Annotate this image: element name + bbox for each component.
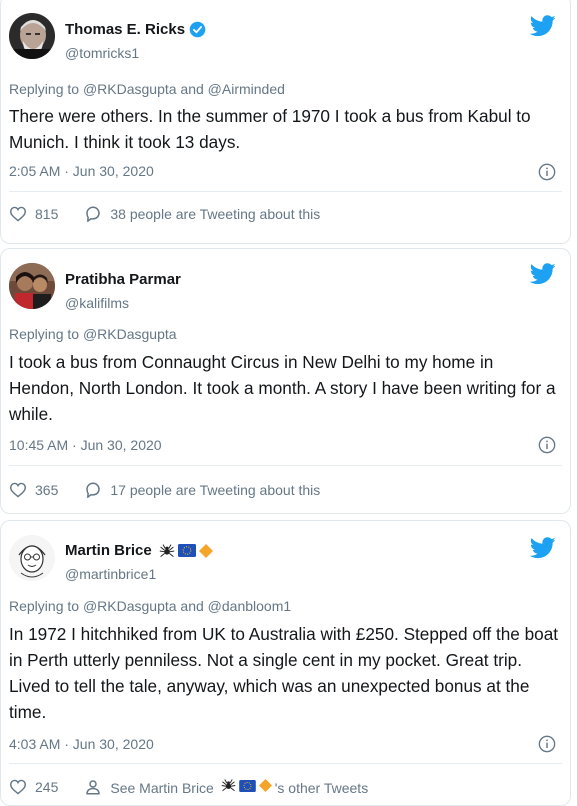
- heart-icon: [9, 206, 27, 222]
- replying-to: Replying to @RKDasgupta: [9, 326, 177, 342]
- tweet-card[interactable]: Martin Brice @martinbrice1 Replying to @…: [0, 520, 571, 806]
- tweet-timestamp[interactable]: 4:03 AM · Jun 30, 2020: [9, 736, 154, 752]
- tweeting-about-text: 17 people are Tweeting about this: [110, 482, 321, 498]
- twitter-bird-icon[interactable]: [530, 263, 556, 285]
- spider-icon: [159, 543, 174, 557]
- mention-link[interactable]: @RKDasgupta: [83, 81, 177, 97]
- tweeting-about-link[interactable]: 17 people are Tweeting about this: [84, 481, 320, 499]
- avatar[interactable]: [9, 535, 55, 581]
- mention-link[interactable]: @danbloom1: [208, 598, 292, 614]
- replying-prefix: Replying to: [9, 81, 83, 97]
- like-button[interactable]: 815: [9, 206, 58, 222]
- twitter-bird-icon[interactable]: [530, 15, 556, 37]
- tweeting-about-link[interactable]: 38 people are Tweeting about this: [84, 205, 320, 223]
- author-name-text[interactable]: Martin Brice: [65, 542, 152, 559]
- heart-icon: [9, 482, 27, 498]
- replying-joiner: and: [176, 598, 208, 614]
- tweet-text: In 1972 I hitchhiked from UK to Australi…: [9, 624, 559, 722]
- spider-icon: [221, 779, 236, 792]
- author-name[interactable]: Thomas E. Ricks: [65, 21, 206, 38]
- like-button[interactable]: 245: [9, 779, 58, 795]
- replying-to: Replying to @RKDasgupta and @danbloom1: [9, 598, 291, 614]
- tweet-actions: 245 See Martin Brice 's other Tweets: [9, 778, 394, 796]
- author-name-text[interactable]: Thomas E. Ricks: [65, 21, 185, 38]
- comment-icon: [86, 482, 101, 498]
- orange-diamond-icon: [198, 543, 213, 558]
- other-tweets-suffix: 's other Tweets: [274, 780, 369, 796]
- divider: [9, 763, 562, 764]
- info-icon[interactable]: [538, 735, 556, 753]
- other-tweets-prefix: See Martin Brice: [110, 780, 214, 796]
- orange-diamond-icon: [258, 779, 272, 792]
- like-count: 815: [35, 206, 59, 222]
- inline-emojis: [221, 778, 272, 793]
- tweet-card[interactable]: Thomas E. Ricks @tomricks1 Replying to @…: [0, 0, 571, 244]
- tweet-actions: 815 38 people are Tweeting about this: [9, 205, 346, 223]
- tweet-timestamp[interactable]: 2:05 AM · Jun 30, 2020: [9, 163, 154, 179]
- profile-icon: [86, 780, 101, 795]
- mention-link[interactable]: @RKDasgupta: [83, 598, 177, 614]
- replying-to: Replying to @RKDasgupta and @Airminded: [9, 81, 285, 97]
- replying-joiner: and: [176, 81, 208, 97]
- like-count: 365: [35, 482, 59, 498]
- verified-badge-icon: [189, 21, 206, 38]
- mention-link[interactable]: @Airminded: [208, 81, 285, 97]
- author-name[interactable]: Pratibha Parmar: [65, 271, 181, 288]
- replying-prefix: Replying to: [9, 326, 83, 342]
- tweet-actions: 365 17 people are Tweeting about this: [9, 481, 346, 499]
- tweet-timestamp[interactable]: 10:45 AM · Jun 30, 2020: [9, 437, 162, 453]
- tweeting-about-text: 38 people are Tweeting about this: [110, 206, 321, 222]
- tweet-text: There were others. In the summer of 1970…: [9, 106, 531, 152]
- info-icon[interactable]: [538, 163, 556, 181]
- author-name-text[interactable]: Pratibha Parmar: [65, 271, 181, 288]
- author-handle[interactable]: @tomricks1: [65, 45, 139, 61]
- twitter-bird-icon[interactable]: [530, 537, 556, 559]
- avatar[interactable]: [9, 13, 55, 59]
- author-handle[interactable]: @martinbrice1: [65, 566, 156, 582]
- other-tweets-text: See Martin Brice 's other Tweets: [110, 778, 368, 796]
- like-button[interactable]: 365: [9, 482, 58, 498]
- comment-icon: [86, 206, 101, 222]
- avatar[interactable]: [9, 263, 55, 309]
- author-handle[interactable]: @kalifilms: [65, 295, 129, 311]
- tweet-card[interactable]: Pratibha Parmar @kalifilms Replying to @…: [0, 248, 571, 514]
- eu-flag-icon: [238, 779, 256, 792]
- tweet-text: I took a bus from Connaught Circus in Ne…: [9, 352, 556, 424]
- replying-prefix: Replying to: [9, 598, 83, 614]
- divider: [9, 191, 562, 192]
- like-count: 245: [35, 779, 59, 795]
- divider: [9, 465, 562, 466]
- other-tweets-link[interactable]: See Martin Brice 's other Tweets: [84, 778, 368, 796]
- heart-icon: [9, 779, 27, 795]
- info-icon[interactable]: [538, 436, 556, 454]
- author-name[interactable]: Martin Brice: [65, 542, 216, 559]
- mention-link[interactable]: @RKDasgupta: [83, 326, 177, 342]
- eu-flag-icon: [177, 544, 196, 557]
- name-emojis: [159, 543, 213, 559]
- tweet-feed: Thomas E. Ricks @tomricks1 Replying to @…: [0, 0, 577, 806]
